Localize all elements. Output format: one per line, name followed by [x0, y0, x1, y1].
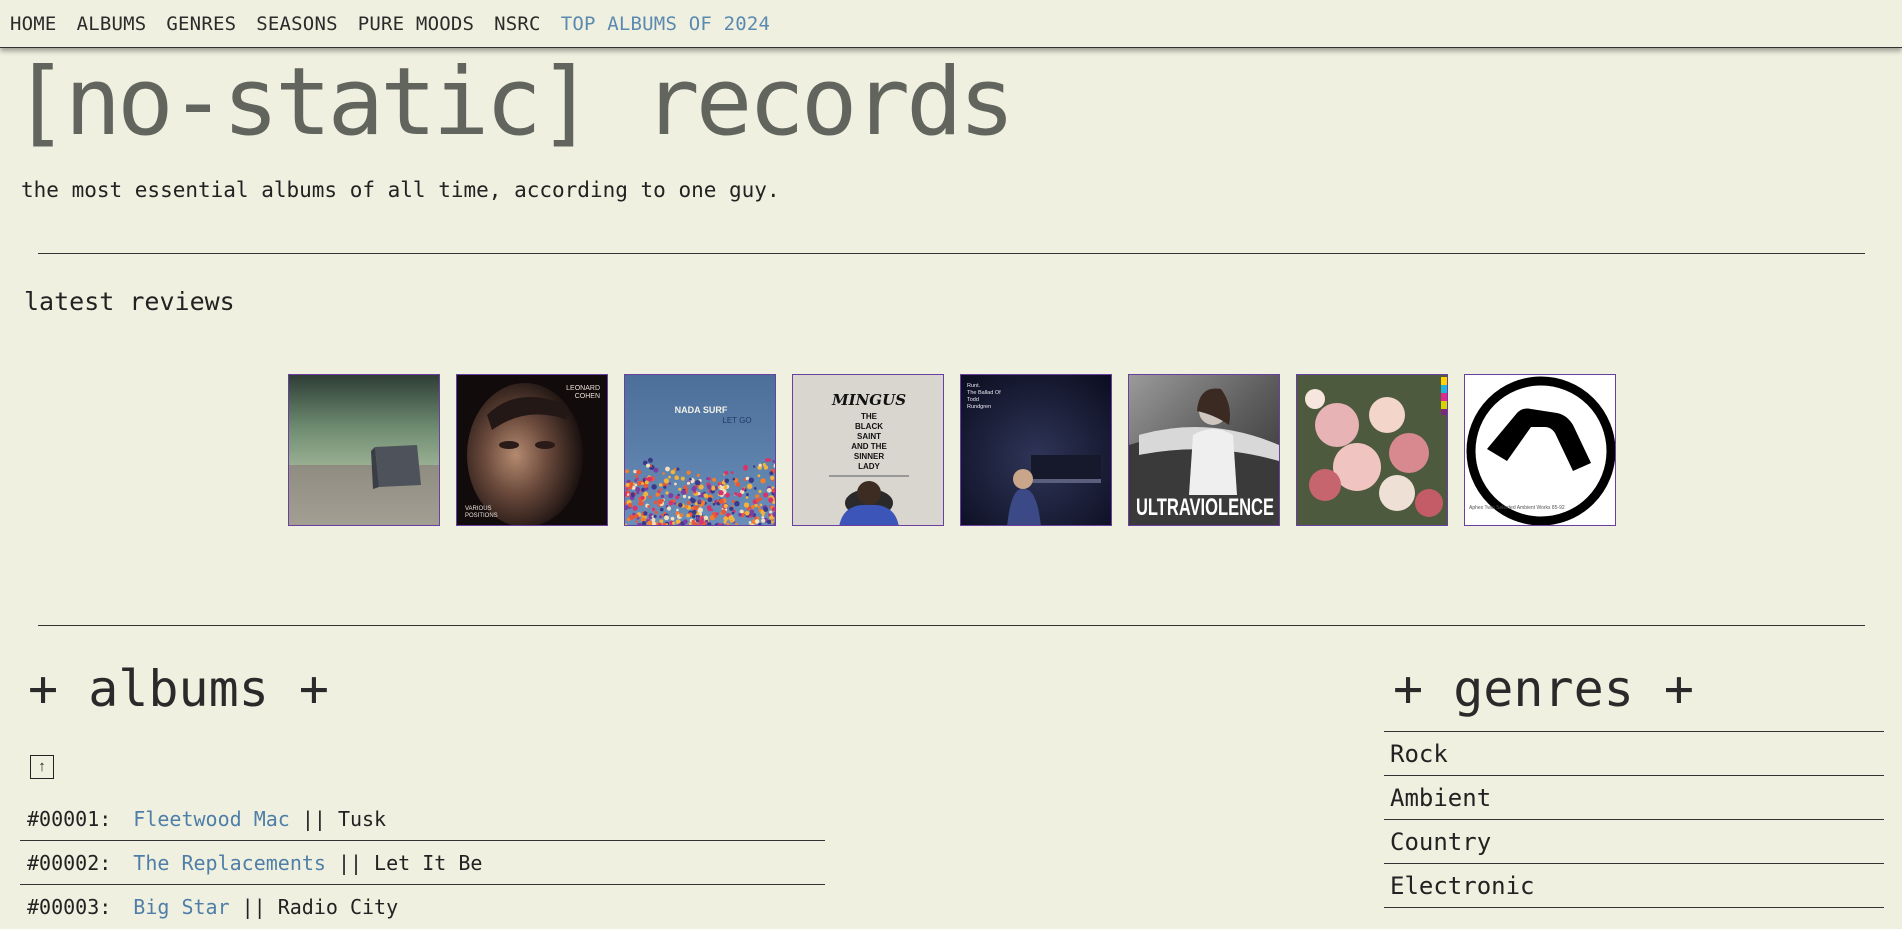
genre-item-country[interactable]: Country	[1384, 820, 1884, 864]
genres-heading: + genres +	[1393, 660, 1695, 718]
album-cover-nada-surf[interactable]: NADA SURF LET GO	[624, 374, 776, 526]
album-separator: ||	[301, 806, 326, 831]
site-tagline: the most essential albums of all time, a…	[21, 178, 780, 202]
cover-text: LEONARD	[566, 385, 600, 392]
albums-heading: + albums +	[28, 660, 330, 718]
album-title: Tusk	[337, 806, 387, 831]
cover-text: THE	[861, 412, 878, 421]
cover-text: BLACK	[855, 422, 883, 431]
nav-nsrc[interactable]: NSRC	[494, 13, 541, 35]
nav-top-albums-2024[interactable]: TOP ALBUMS OF 2024	[561, 13, 771, 35]
divider	[38, 253, 1865, 254]
genre-list: Rock Ambient Country Electronic	[1384, 731, 1884, 908]
album-artist-link[interactable]: Fleetwood Mac	[133, 807, 290, 831]
genre-item-rock[interactable]: Rock	[1384, 732, 1884, 776]
cover-text: MINGUS	[831, 391, 906, 409]
genre-item-ambient[interactable]: Ambient	[1384, 776, 1884, 820]
album-row: #00001: Fleetwood Mac || Tusk	[20, 797, 825, 841]
cover-text: The Ballad Of	[967, 390, 1001, 396]
album-artist-link[interactable]: The Replacements	[133, 851, 326, 875]
album-number: #00003:	[27, 895, 112, 919]
cover-text: Rundgren	[967, 404, 991, 410]
album-title: Radio City	[277, 895, 399, 919]
nav-home[interactable]: HOME	[10, 13, 57, 35]
nav-albums[interactable]: ALBUMS	[77, 13, 147, 35]
genre-item-electronic[interactable]: Electronic	[1384, 864, 1884, 908]
album-cover-1[interactable]	[288, 374, 440, 526]
cover-text: Todd	[967, 397, 979, 403]
latest-reviews-heading: latest reviews	[24, 287, 235, 316]
album-cover-ultraviolence[interactable]: ULTRAVIOLENCE	[1128, 374, 1280, 526]
cover-text: VARIOUS	[465, 506, 492, 512]
cover-text: LET GO	[722, 416, 751, 425]
album-cover-mingus[interactable]: MINGUS THE BLACK SAINT AND THE SINNER LA…	[792, 374, 944, 526]
album-title: Let It Be	[374, 850, 483, 875]
site-title: [no-static] records	[12, 48, 1015, 157]
cover-text: Aphex Twin Selected Ambient Works 85-92	[1469, 505, 1565, 511]
cover-text: ULTRAVIOLENCE	[1136, 494, 1274, 521]
cover-text: COHEN	[575, 393, 600, 400]
cover-text: POSITIONS	[465, 513, 498, 519]
scroll-up-button[interactable]: ↑	[30, 755, 54, 779]
album-cover-flowers[interactable]	[1296, 374, 1448, 526]
album-list: #00001: Fleetwood Mac || Tusk #00002: Th…	[20, 797, 825, 929]
album-row: #00003: Big Star || Radio City	[20, 885, 825, 929]
latest-reviews-covers: LEONARD COHEN VARIOUS POSITIONS NADA SUR…	[288, 374, 1616, 526]
album-artist-link[interactable]: Big Star	[133, 895, 229, 919]
album-number: #00001:	[27, 806, 112, 831]
cover-text: AND THE	[851, 442, 887, 451]
nav-genres[interactable]: GENRES	[166, 13, 236, 35]
cover-text: SINNER	[854, 452, 884, 461]
album-number: #00002:	[27, 850, 112, 875]
nav-seasons[interactable]: SEASONS	[256, 13, 337, 35]
album-cover-todd-rundgren[interactable]: Runt. The Ballad Of Todd Rundgren	[960, 374, 1112, 526]
album-cover-leonard-cohen[interactable]: LEONARD COHEN VARIOUS POSITIONS	[456, 374, 608, 526]
top-nav: HOME ALBUMS GENRES SEASONS PURE MOODS NS…	[0, 0, 1902, 48]
album-row: #00002: The Replacements || Let It Be	[20, 841, 825, 885]
album-separator: ||	[337, 850, 363, 875]
cover-text: SAINT	[857, 432, 881, 441]
album-cover-aphex-twin[interactable]: Aphex Twin Selected Ambient Works 85-92	[1464, 374, 1616, 526]
album-separator: ||	[241, 895, 266, 919]
nav-pure-moods[interactable]: PURE MOODS	[358, 13, 474, 35]
cover-text: NADA SURF	[675, 405, 728, 415]
divider	[38, 625, 1865, 626]
cover-text: LADY	[858, 462, 880, 471]
cover-text: Runt.	[967, 383, 981, 389]
